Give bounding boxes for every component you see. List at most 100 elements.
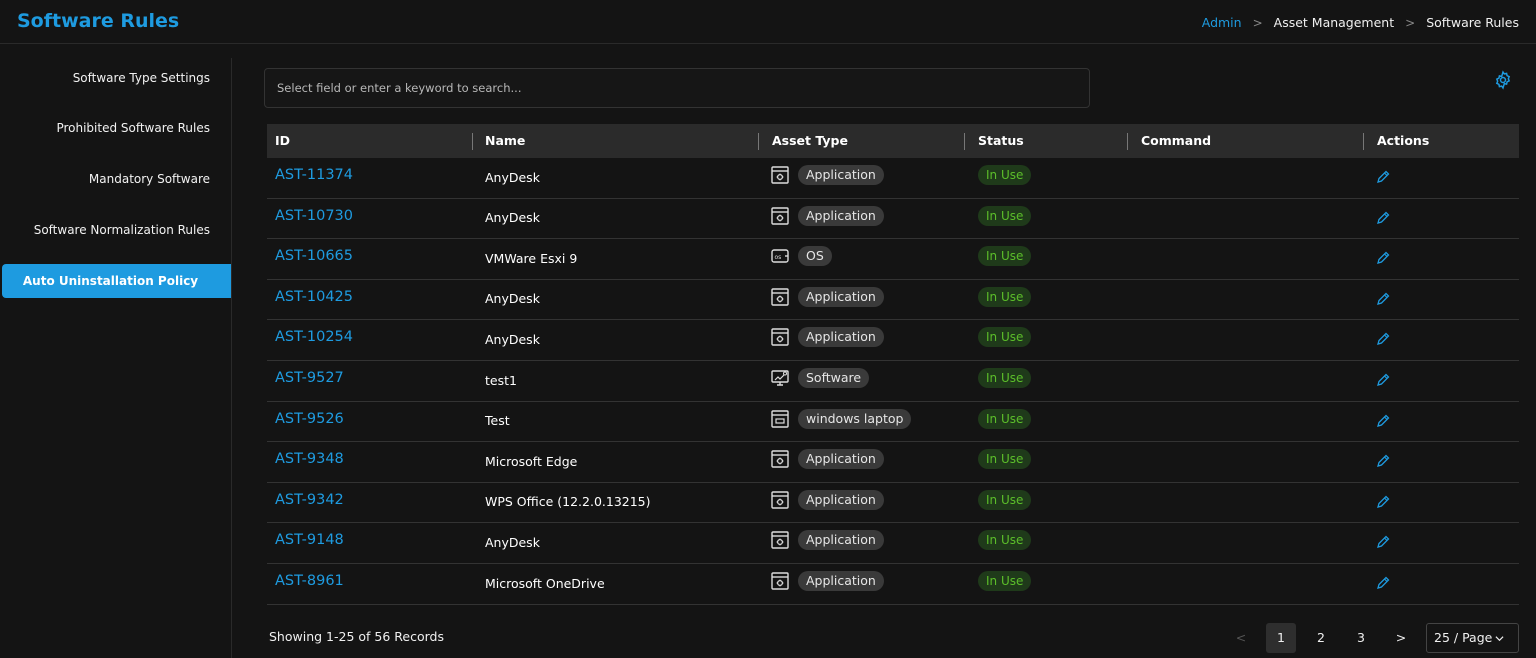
row-asset-type: Application <box>770 442 884 476</box>
sidebar: Software Type Settings Prohibited Softwa… <box>0 58 232 658</box>
svg-text:os: os <box>775 254 782 261</box>
row-actions <box>1375 444 1391 478</box>
breadcrumb-admin[interactable]: Admin <box>1202 15 1242 30</box>
row-name: WPS Office (12.2.0.13215) <box>485 494 651 510</box>
row-name: Microsoft Edge <box>485 453 578 469</box>
edit-pencil-icon[interactable] <box>1375 494 1391 510</box>
row-actions <box>1375 363 1391 397</box>
table-row[interactable]: AST-10425 AnyDesk Application In Use <box>267 280 1519 321</box>
status-badge: In Use <box>978 449 1032 470</box>
column-divider[interactable] <box>1127 133 1128 150</box>
column-divider[interactable] <box>472 133 473 150</box>
asset-type-pill: Application <box>798 165 884 185</box>
row-status: In Use <box>978 523 1032 557</box>
application-icon <box>771 531 789 550</box>
row-id-link[interactable]: AST-9527 <box>275 361 344 395</box>
row-status: In Use <box>978 158 1032 192</box>
page-size-select[interactable]: 25 / Page <box>1426 623 1519 653</box>
row-asset-type: Application <box>770 199 884 233</box>
asset-type-pill: Application <box>798 286 884 307</box>
search-input[interactable]: Select field or enter a keyword to searc… <box>264 68 1090 108</box>
row-asset-type: Application <box>770 523 884 557</box>
table-row[interactable]: AST-10730 AnyDesk Application In Use <box>267 199 1519 240</box>
table-row[interactable]: AST-9348 Microsoft Edge Application In Use <box>267 442 1519 483</box>
column-header-actions: Actions <box>1377 133 1430 148</box>
page-button-1[interactable]: 1 <box>1266 623 1296 653</box>
breadcrumb: Admin > Asset Management > Software Rule… <box>1202 15 1519 30</box>
application-icon <box>771 166 789 184</box>
row-asset-type: Application <box>770 158 884 192</box>
row-actions <box>1375 525 1391 559</box>
edit-pencil-icon[interactable] <box>1375 453 1391 469</box>
row-asset-type: os OS <box>770 239 832 273</box>
edit-pencil-icon[interactable] <box>1375 372 1391 388</box>
row-asset-type: Application <box>770 280 884 314</box>
edit-pencil-icon[interactable] <box>1375 534 1391 550</box>
table-row[interactable]: AST-10254 AnyDesk Application In Use <box>267 320 1519 361</box>
status-badge: In Use <box>978 205 1032 226</box>
column-divider[interactable] <box>758 133 759 150</box>
asset-type-pill: Software <box>798 368 870 388</box>
table-row[interactable]: AST-9526 Test windows laptop In Use <box>267 402 1519 443</box>
column-header-status[interactable]: Status <box>978 124 1024 158</box>
row-id-link[interactable]: AST-10425 <box>275 280 353 314</box>
column-header-asset-type[interactable]: Asset Type <box>772 124 848 158</box>
row-asset-type: windows laptop <box>770 402 912 436</box>
row-status: In Use <box>978 320 1032 354</box>
status-badge: In Use <box>978 327 1032 348</box>
table-row[interactable]: AST-10665 VMWare Esxi 9 os OS In Use <box>267 239 1519 280</box>
row-asset-type: Application <box>770 320 884 354</box>
row-id-link[interactable]: AST-10665 <box>275 239 353 273</box>
os-icon: os <box>771 249 789 263</box>
edit-pencil-icon[interactable] <box>1375 331 1391 347</box>
page-button-2[interactable]: 2 <box>1306 623 1336 653</box>
sidebar-item-software-normalization-rules[interactable]: Software Normalization Rules <box>0 213 231 247</box>
edit-pencil-icon[interactable] <box>1375 169 1391 185</box>
sidebar-item-software-type-settings[interactable]: Software Type Settings <box>0 61 231 95</box>
column-header-id[interactable]: ID <box>275 124 290 158</box>
edit-pencil-icon[interactable] <box>1375 250 1391 266</box>
page-size-value: 25 / Page <box>1434 630 1493 645</box>
column-header-command[interactable]: Command <box>1141 124 1211 158</box>
row-id-link[interactable]: AST-10730 <box>275 199 353 233</box>
software-icon <box>771 370 789 386</box>
next-page-button[interactable]: > <box>1386 623 1416 653</box>
edit-pencil-icon[interactable] <box>1375 291 1391 307</box>
edit-pencil-icon[interactable] <box>1375 413 1391 429</box>
row-name: AnyDesk <box>485 291 540 307</box>
edit-pencil-icon[interactable] <box>1375 575 1391 591</box>
table-row[interactable]: AST-9148 AnyDesk Application In Use <box>267 523 1519 564</box>
prev-page-button[interactable]: < <box>1226 623 1256 653</box>
gear-icon[interactable] <box>1493 70 1513 90</box>
edit-pencil-icon[interactable] <box>1375 210 1391 226</box>
row-id-link[interactable]: AST-9526 <box>275 402 344 436</box>
row-id-link[interactable]: AST-9148 <box>275 523 344 557</box>
asset-type-pill: OS <box>798 246 832 267</box>
row-id-link[interactable]: AST-9348 <box>275 442 344 476</box>
row-actions <box>1375 160 1391 194</box>
column-header-name[interactable]: Name <box>485 124 525 158</box>
sidebar-item-mandatory-software[interactable]: Mandatory Software <box>0 162 231 196</box>
row-name: VMWare Esxi 9 <box>485 250 578 266</box>
sidebar-item-auto-uninstallation-policy[interactable]: Auto Uninstallation Policy <box>2 264 231 298</box>
application-icon <box>771 288 789 306</box>
page-button-3[interactable]: 3 <box>1346 623 1376 653</box>
table-row[interactable]: AST-9342 WPS Office (12.2.0.13215) Applica… <box>267 483 1519 524</box>
row-name: AnyDesk <box>485 534 540 550</box>
table-row[interactable]: AST-8961 Microsoft OneDrive Application In … <box>267 564 1519 605</box>
breadcrumb-asset-management[interactable]: Asset Management <box>1274 15 1394 30</box>
asset-type-pill: windows laptop <box>798 408 912 429</box>
asset-type-pill: Application <box>798 449 884 470</box>
row-id-link[interactable]: AST-8961 <box>275 564 344 598</box>
row-status: In Use <box>978 239 1032 273</box>
table-row[interactable]: AST-11374 AnyDesk Application In Use <box>267 158 1519 199</box>
row-id-link[interactable]: AST-9342 <box>275 483 344 517</box>
status-badge: In Use <box>978 165 1032 185</box>
sidebar-item-prohibited-software-rules[interactable]: Prohibited Software Rules <box>0 111 231 145</box>
row-id-link[interactable]: AST-11374 <box>275 158 353 192</box>
column-divider[interactable] <box>1363 133 1364 150</box>
row-status: In Use <box>978 483 1032 517</box>
column-divider[interactable] <box>964 133 965 150</box>
row-id-link[interactable]: AST-10254 <box>275 320 353 354</box>
table-row[interactable]: AST-9527 test1 Software In Use <box>267 361 1519 402</box>
